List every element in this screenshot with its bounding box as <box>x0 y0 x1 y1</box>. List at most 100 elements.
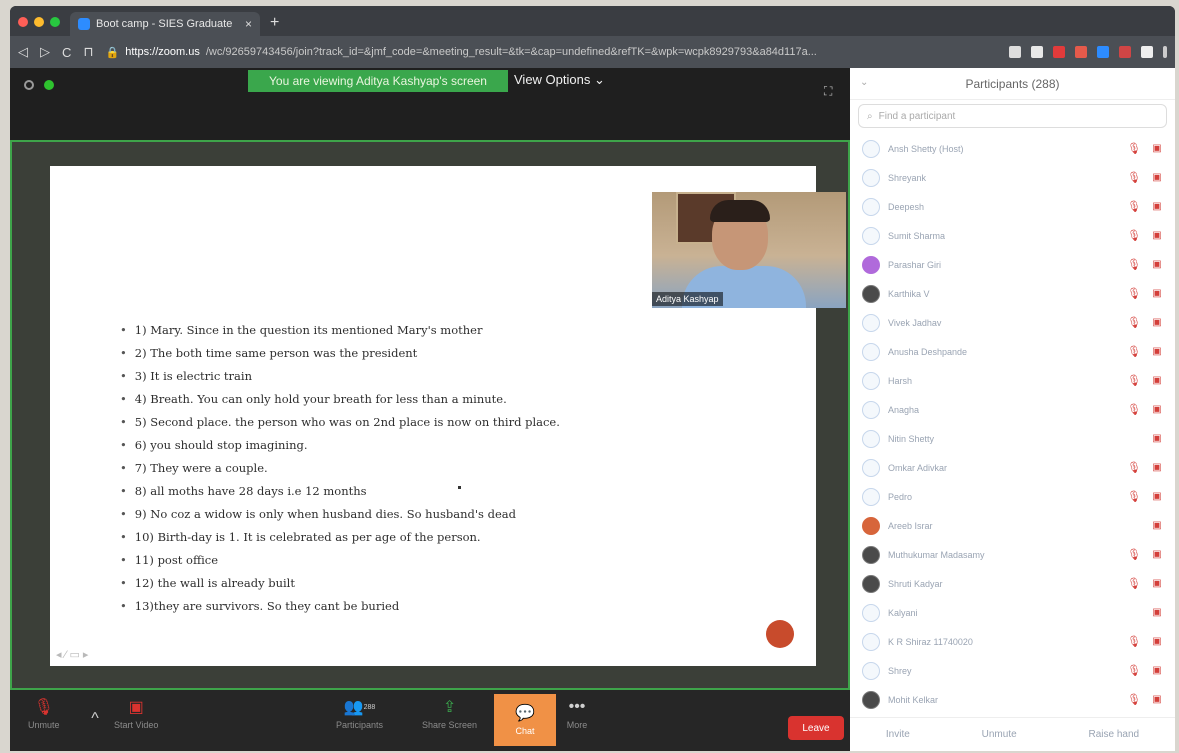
video-off-icon: ▣ <box>1152 578 1162 589</box>
download-icon[interactable] <box>1009 46 1021 58</box>
video-off-icon: ▣ <box>1152 404 1162 415</box>
participant-avatar <box>862 690 880 709</box>
tab-bar: Boot camp - SIES Graduate × + <box>10 6 1175 36</box>
muted-mic-icon: 🎙 <box>1127 259 1141 271</box>
participant-row[interactable]: Mohit Kelkar 🎙 ▣ <box>850 685 1175 714</box>
participants-button[interactable]: 👥 288 Participants <box>336 698 383 730</box>
answer-item: 9) No coz a widow is only when husband d… <box>120 502 560 525</box>
record-extension-icon[interactable] <box>1119 46 1131 58</box>
participant-row[interactable]: Deepesh 🎙 ▣ <box>850 192 1175 221</box>
unmute-label: Unmute <box>28 720 60 730</box>
participant-row[interactable]: Anagha 🎙 ▣ <box>850 395 1175 424</box>
participant-row[interactable]: Pedro 🎙 ▣ <box>850 482 1175 511</box>
participant-row[interactable]: Ansh Shetty (Host) 🎙 ▣ <box>850 134 1175 163</box>
muted-mic-icon: 🎙 <box>33 699 54 716</box>
mouse-pointer <box>458 486 461 489</box>
collapse-panel-icon[interactable]: ⌄ <box>860 77 868 88</box>
participant-name: Anagha <box>888 404 920 415</box>
share-screen-button[interactable]: ⇪ Share Screen <box>422 698 477 730</box>
participant-name: Ansh Shetty (Host) <box>888 143 964 154</box>
participant-row[interactable]: Parashar Giri 🎙 ▣ <box>850 250 1175 279</box>
video-off-icon: ▣ <box>128 699 144 716</box>
meeting-toolbar: 🎙 Unmute ^ ▣ Start Video 👥 288 Participan… <box>10 690 850 751</box>
participant-row[interactable]: Sumit Sharma 🎙 ▣ <box>850 221 1175 250</box>
alert-extension-icon[interactable] <box>1053 46 1065 58</box>
muted-mic-icon: 🎙 <box>1127 694 1141 706</box>
maximize-window-button[interactable] <box>50 17 60 27</box>
start-video-button[interactable]: ▣ Start Video <box>114 698 158 730</box>
muted-mic-icon: 🎙 <box>1127 375 1141 387</box>
reload-icon[interactable]: C <box>62 45 71 60</box>
blue-extension-icon[interactable] <box>1097 46 1109 58</box>
speaker-video[interactable]: Aditya Kashyap <box>652 192 846 308</box>
back-icon[interactable]: ◁ <box>18 44 28 60</box>
view-options-button[interactable]: View Options ⌄ <box>514 72 605 88</box>
url-field[interactable]: 🔒 https://zoom.us/wc/92659743456/join?tr… <box>106 41 997 63</box>
close-window-button[interactable] <box>18 17 28 27</box>
slide-navigation-tools[interactable]: ◂ ⁄ ▭ ▸ <box>56 648 88 661</box>
shield-extension-icon[interactable] <box>1031 46 1043 58</box>
participant-name: Pedro <box>888 491 913 502</box>
share-screen-label: Share Screen <box>422 720 478 730</box>
participant-row[interactable]: K R Shiraz 11740020 🎙 ▣ <box>850 627 1175 656</box>
panel-unmute-button[interactable]: Unmute <box>982 729 1017 740</box>
chat-button[interactable]: 💬 Chat <box>494 694 556 746</box>
participant-name: Parashar Giri <box>888 259 942 270</box>
muted-mic-icon: 🎙 <box>1127 317 1141 329</box>
unmute-button[interactable]: 🎙 Unmute <box>28 698 60 730</box>
participant-avatar <box>862 226 880 245</box>
flag-extension-icon[interactable] <box>1075 46 1087 58</box>
encryption-shield-icon[interactable] <box>44 80 54 90</box>
video-off-icon: ▣ <box>1152 520 1162 531</box>
muted-mic-icon: 🎙 <box>1127 404 1141 416</box>
participant-row[interactable]: Vivek Jadhav 🎙 ▣ <box>850 308 1175 337</box>
audio-options-caret[interactable]: ^ <box>84 710 106 728</box>
menu-icon[interactable] <box>1163 46 1167 58</box>
forward-icon[interactable]: ▷ <box>40 44 50 60</box>
participant-row[interactable]: Areeb Israr ▣ <box>850 511 1175 540</box>
participant-row[interactable]: Anusha Deshpande 🎙 ▣ <box>850 337 1175 366</box>
browser-tab[interactable]: Boot camp - SIES Graduate × <box>70 12 260 36</box>
participant-row[interactable]: Harsh 🎙 ▣ <box>850 366 1175 395</box>
info-icon[interactable] <box>24 80 34 90</box>
new-tab-button[interactable]: + <box>270 14 279 32</box>
window-controls <box>18 17 60 27</box>
participant-name: Mohit Kelkar <box>888 694 939 705</box>
muted-mic-icon: 🎙 <box>1127 549 1141 561</box>
status-icons <box>24 80 54 90</box>
participant-row[interactable]: Muthukumar Madasamy 🎙 ▣ <box>850 540 1175 569</box>
muted-mic-icon: 🎙 <box>1127 288 1141 300</box>
participant-row[interactable]: Shreyank 🎙 ▣ <box>850 163 1175 192</box>
video-off-icon: ▣ <box>1152 694 1162 705</box>
viewing-banner: You are viewing Aditya Kashyap's screen <box>248 70 508 92</box>
fullscreen-icon[interactable]: ⛶ <box>824 84 832 99</box>
bookmark-icon[interactable]: ⊓ <box>83 44 93 60</box>
participant-row[interactable]: Shruti Kadyar 🎙 ▣ <box>850 569 1175 598</box>
participant-search[interactable]: ⌕ Find a participant <box>858 104 1167 128</box>
video-off-icon: ▣ <box>1152 172 1162 183</box>
participant-row[interactable]: Karthika V 🎙 ▣ <box>850 279 1175 308</box>
participant-avatar <box>862 197 880 216</box>
muted-mic-icon: 🎙 <box>1127 462 1141 474</box>
participant-avatar <box>862 632 880 651</box>
more-button[interactable]: ••• More <box>566 698 588 730</box>
participant-name: Omkar Adivkar <box>888 462 948 473</box>
puzzle-extension-icon[interactable] <box>1141 46 1153 58</box>
participant-avatar <box>862 487 880 506</box>
invite-button[interactable]: Invite <box>886 729 910 740</box>
participant-row[interactable]: Nitin Shetty ▣ <box>850 424 1175 453</box>
raise-hand-button[interactable]: Raise hand <box>1088 729 1139 740</box>
tab-close-icon[interactable]: × <box>245 17 252 31</box>
more-icon: ••• <box>568 698 586 715</box>
participant-avatar <box>862 284 880 303</box>
participant-row[interactable]: Shrey 🎙 ▣ <box>850 656 1175 685</box>
meeting-area: You are viewing Aditya Kashyap's screen … <box>10 68 850 690</box>
participant-list: Ansh Shetty (Host) 🎙 ▣ Shreyank 🎙 ▣ Deepesh 🎙 ▣ S… <box>850 134 1175 714</box>
muted-mic-icon: 🎙 <box>1127 201 1141 213</box>
leave-button[interactable]: Leave <box>788 716 844 740</box>
participant-row[interactable]: Omkar Adivkar 🎙 ▣ <box>850 453 1175 482</box>
answer-item: 11) post office <box>120 548 560 571</box>
video-off-icon: ▣ <box>1152 259 1162 270</box>
minimize-window-button[interactable] <box>34 17 44 27</box>
participant-row[interactable]: Kalyani ▣ <box>850 598 1175 627</box>
